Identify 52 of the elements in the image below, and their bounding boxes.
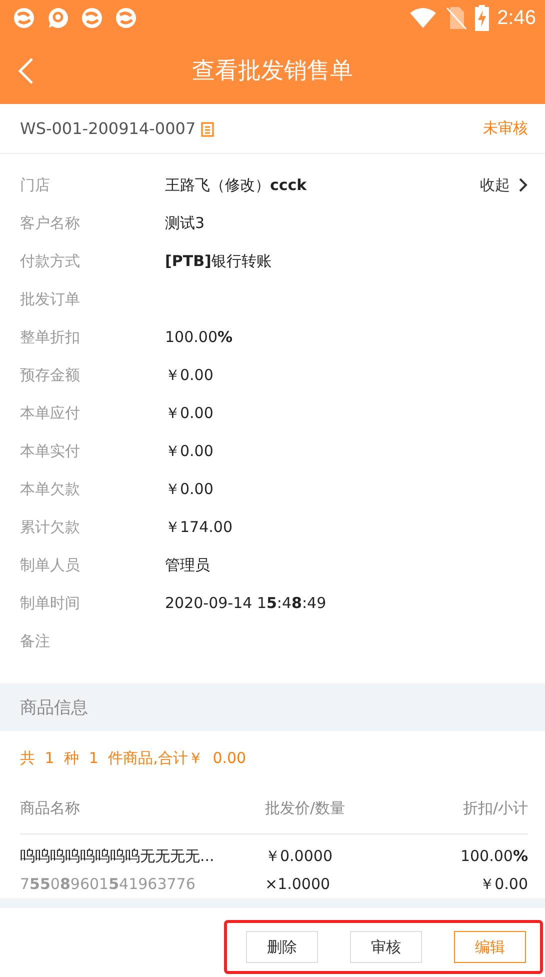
clock-time: 2:46 <box>497 6 536 30</box>
field-value: ￥174.00 <box>165 518 232 536</box>
product-name: 呜呜呜呜呜呜呜呜无无无无... <box>20 847 216 866</box>
copy-icon[interactable] <box>200 120 215 136</box>
field-label: 客户名称 <box>20 214 81 232</box>
field-value: ￥0.00 <box>165 480 214 498</box>
field-value: ￥0.00 <box>165 404 214 422</box>
app-notification-icon <box>81 7 103 29</box>
quantity-value: ×1.0000 <box>265 875 332 894</box>
action-button[interactable]: 审核 <box>350 931 422 963</box>
wifi-icon <box>409 7 438 29</box>
field-value: ￥0.00 <box>165 442 214 460</box>
field-label: 付款方式 <box>20 252 81 270</box>
field-label: 制单人员 <box>20 556 81 574</box>
status-label: 未审核 <box>483 119 528 138</box>
battery-charging-icon <box>475 5 490 31</box>
page-title: 查看批发销售单 <box>191 56 354 86</box>
field-value: 王路飞（修改）ccck <box>165 176 307 194</box>
column-header: 批发价/数量 <box>265 798 346 818</box>
column-header: 商品名称 <box>20 798 81 818</box>
field-label: 制单时间 <box>20 594 81 612</box>
unit-price: ￥0.0000 <box>265 847 334 866</box>
discount-value: 100.00% <box>460 847 528 866</box>
chevron-icon <box>518 177 528 193</box>
action-button[interactable]: 删除 <box>246 931 318 963</box>
field-label: 备注 <box>20 632 51 650</box>
no-sim-icon <box>445 6 468 30</box>
app-notification-icon <box>13 7 35 29</box>
field-value: 管理员 <box>165 556 210 574</box>
field-label: 门店 <box>20 176 51 194</box>
product-barcode: 755089601541963776 <box>20 875 196 894</box>
field-value: [PTB]银行转账 <box>165 252 272 270</box>
field-value: 2020-09-14 15:48:49 <box>165 594 326 612</box>
field-label: 批发订单 <box>20 290 81 308</box>
column-header: 折扣/小计 <box>462 798 528 818</box>
field-label: 整单折扣 <box>20 328 81 346</box>
subtotal-value: ￥0.00 <box>478 875 528 894</box>
field-value: 测试3 <box>165 214 205 232</box>
field-label: 累计欠款 <box>20 518 81 536</box>
field-label: 本单实付 <box>20 442 81 460</box>
collapse-toggle[interactable]: 收起 <box>480 176 528 194</box>
chat-bubble-icon <box>47 7 69 29</box>
back-icon[interactable] <box>18 58 34 84</box>
section-title: 商品信息 <box>0 683 545 731</box>
field-label: 本单应付 <box>20 404 81 422</box>
order-number: WS-001-200914-0007 <box>20 119 196 138</box>
field-label: 本单欠款 <box>20 480 81 498</box>
field-label: 预存金额 <box>20 366 81 384</box>
goods-summary: 共 1 种 1 件商品,合计￥ 0.00 <box>19 748 248 769</box>
field-value: ￥0.00 <box>165 366 214 384</box>
field-value: 100.00% <box>165 328 233 346</box>
app-notification-icon <box>115 7 137 29</box>
